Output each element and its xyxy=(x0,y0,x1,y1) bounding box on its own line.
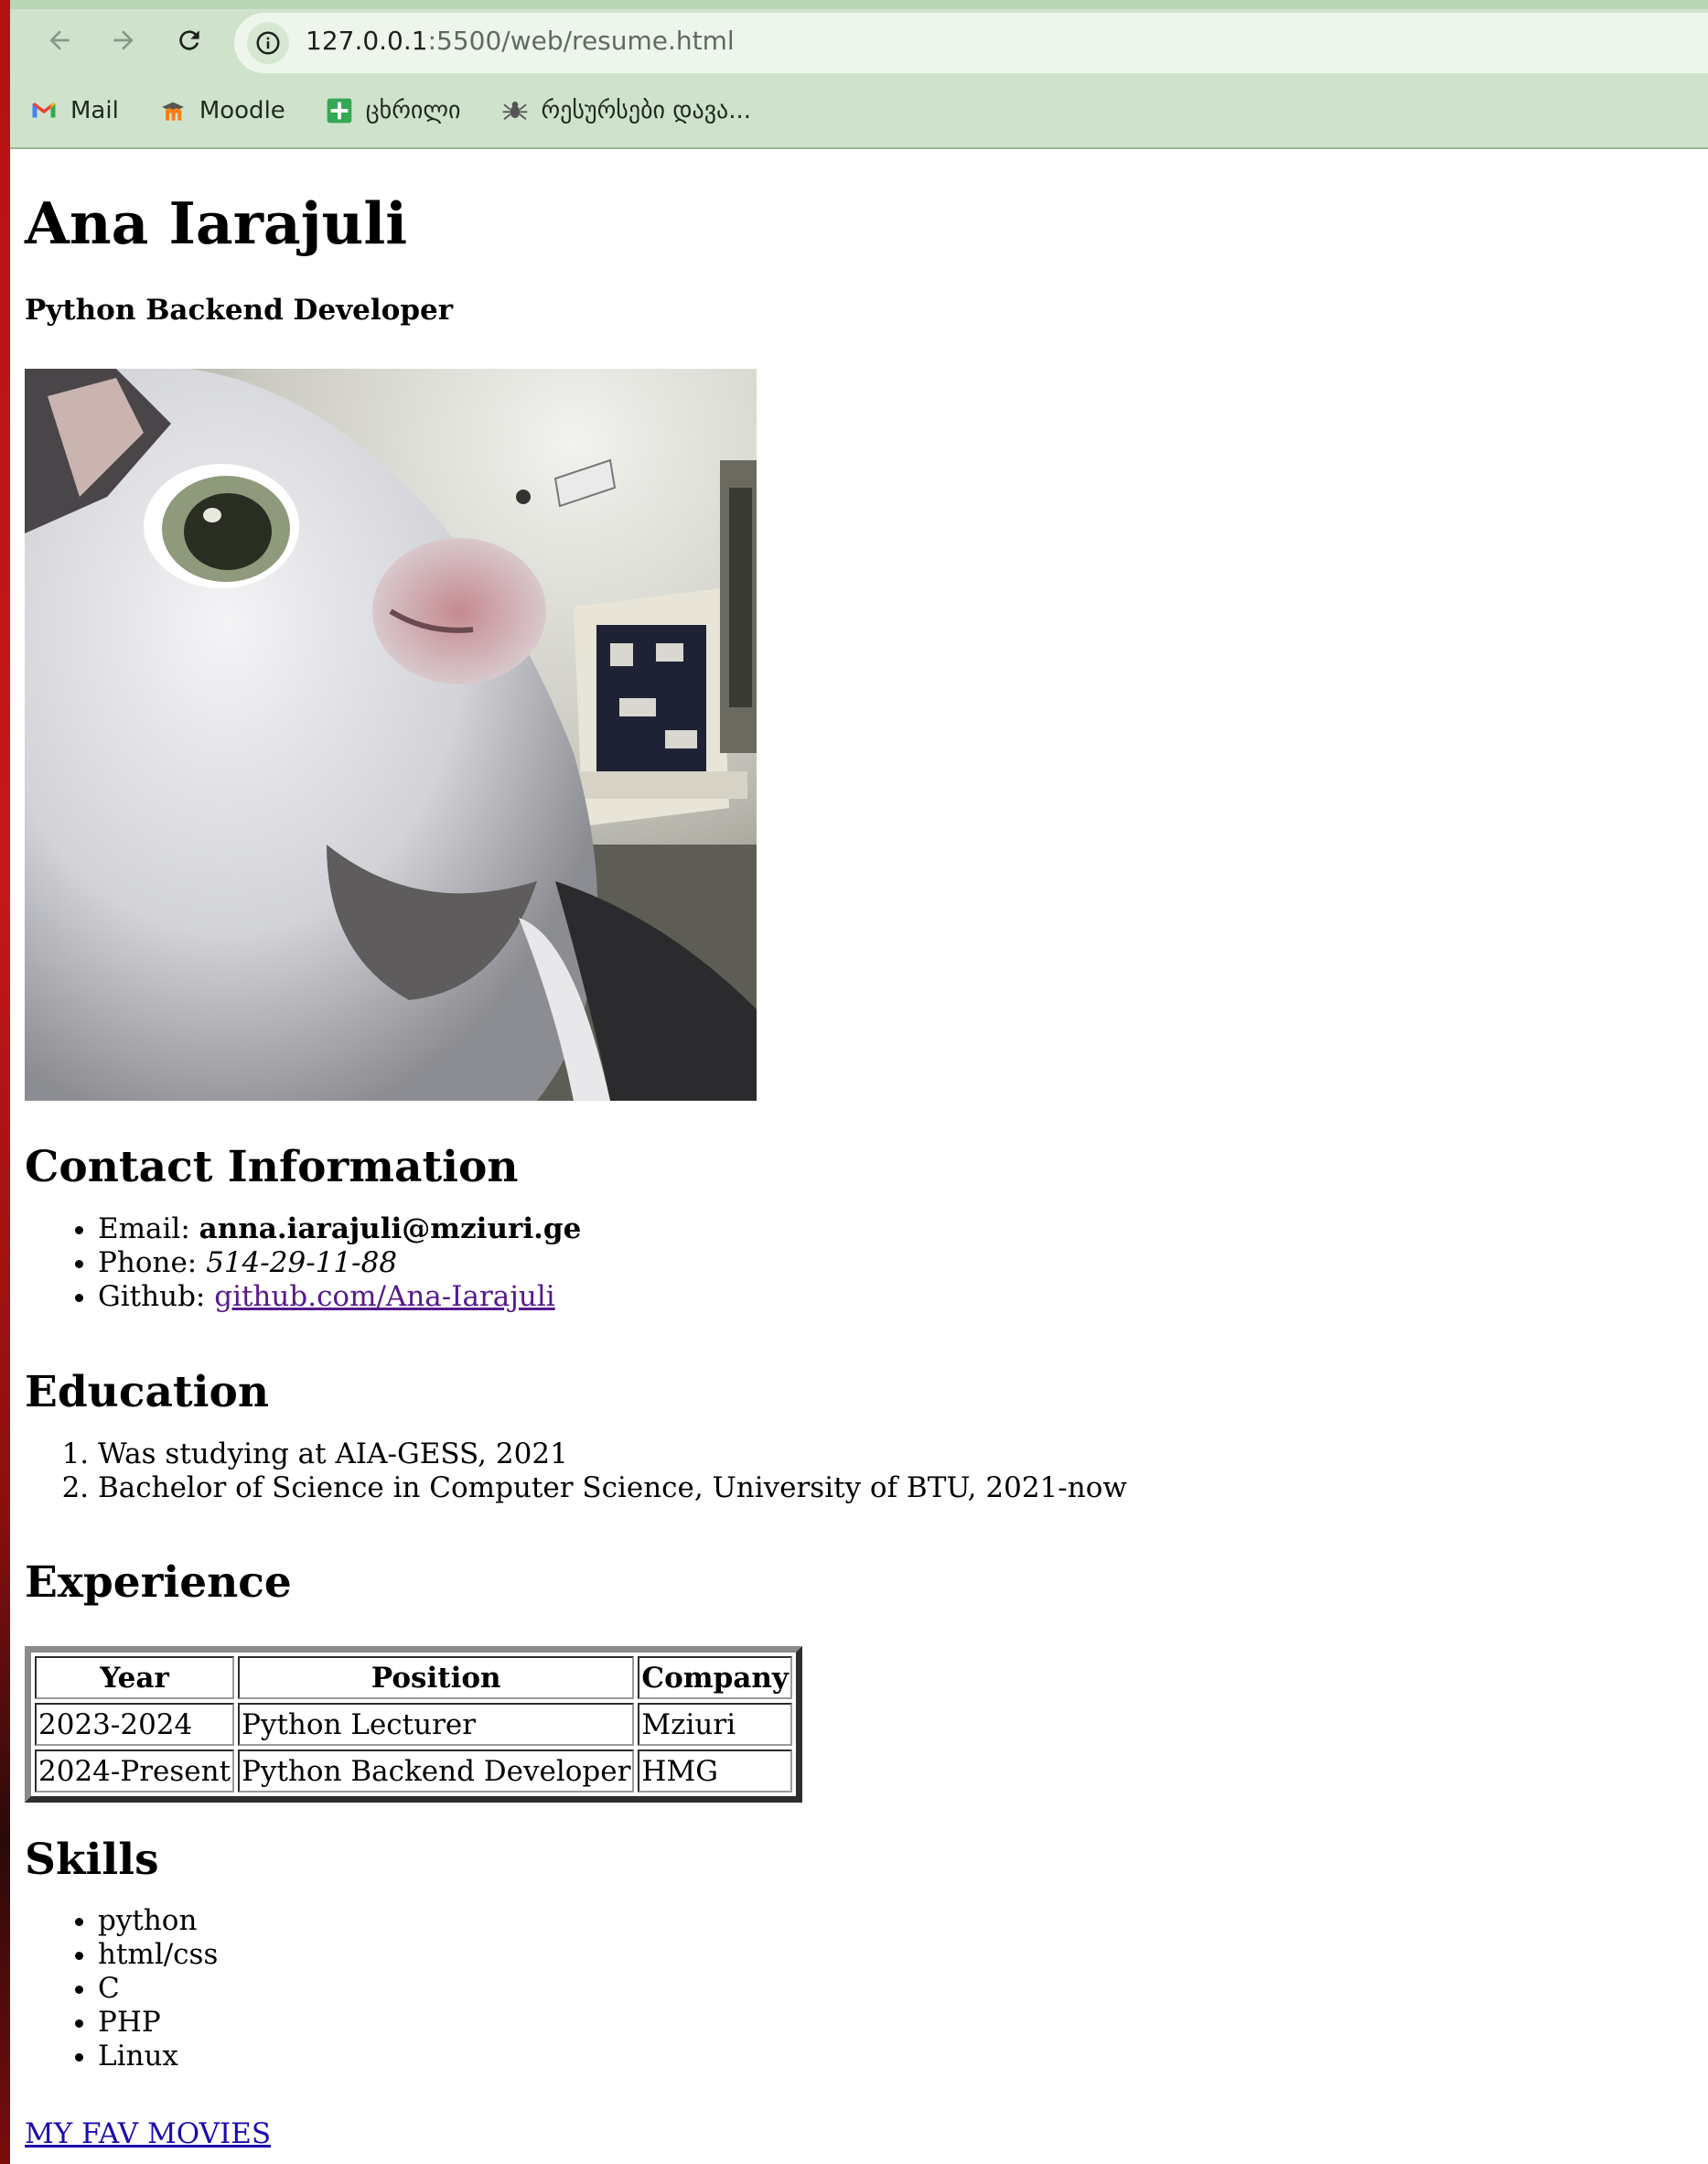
table-cell: 2023-2024 xyxy=(35,1703,235,1746)
resume-name: Ana Iarajuli xyxy=(25,189,408,257)
contact-email: Email: anna.iarajuli@mziuri.ge xyxy=(98,1212,581,1246)
sheets-icon xyxy=(324,95,355,126)
url-path: :5500/web/resume.html xyxy=(427,26,735,56)
bookmark-moodle[interactable]: Moodle xyxy=(157,95,285,126)
table-cell: 2024-Present xyxy=(35,1750,235,1793)
bookmark-label: Moodle xyxy=(199,97,285,124)
bookmark-label: ცხრილი xyxy=(365,97,461,124)
bookmark-resources[interactable]: რესურსები დავა... xyxy=(500,95,752,126)
reload-icon xyxy=(179,30,199,50)
education-heading: Education xyxy=(25,1367,270,1417)
table-cell: Python Backend Developer xyxy=(238,1750,635,1793)
column-header-year: Year xyxy=(35,1656,235,1699)
skill-item: html/css xyxy=(98,1938,218,1972)
experience-table: Year Position Company 2023-2024 Python L… xyxy=(25,1646,802,1803)
bookmark-mail[interactable]: Mail xyxy=(28,95,119,126)
url-host: 127.0.0.1 xyxy=(306,26,428,56)
table-row: 2024-Present Python Backend Developer HM… xyxy=(35,1750,792,1793)
contact-phone: Phone: 514-29-11-88 xyxy=(98,1246,581,1280)
column-header-company: Company xyxy=(638,1656,792,1699)
reload-button[interactable] xyxy=(169,20,209,60)
email-value: anna.iarajuli@mziuri.ge xyxy=(199,1212,582,1245)
bookmark-sheets[interactable]: ცხრილი xyxy=(324,95,461,126)
table-row: 2023-2024 Python Lecturer Mziuri xyxy=(35,1703,792,1746)
fav-movies-link[interactable]: MY FAV MOVIES xyxy=(25,2117,271,2150)
experience-heading: Experience xyxy=(25,1557,292,1608)
table-cell: HMG xyxy=(638,1750,792,1793)
cat-photo-image xyxy=(25,369,757,1101)
skills-list: python html/css C PHP Linux xyxy=(25,1904,218,2073)
url-text: 127.0.0.1:5500/web/resume.html xyxy=(306,26,735,56)
bookmarks-bar: Mail Moodle ცხრილი რესურსები დავა... xyxy=(28,90,790,132)
moodle-icon xyxy=(157,95,188,126)
address-bar[interactable]: 127.0.0.1:5500/web/resume.html xyxy=(234,13,1708,73)
education-item: Was studying at AIA-GESS, 2021 xyxy=(98,1437,1127,1471)
contact-github: Github: github.com/Ana-Iarajuli xyxy=(98,1280,581,1314)
tab-strip xyxy=(10,0,1708,9)
github-label: Github: xyxy=(98,1280,215,1313)
education-list: Was studying at AIA-GESS, 2021 Bachelor … xyxy=(25,1437,1127,1505)
column-header-position: Position xyxy=(238,1656,635,1699)
education-item: Bachelor of Science in Computer Science,… xyxy=(98,1471,1127,1505)
table-cell: Python Lecturer xyxy=(238,1703,635,1746)
phone-label: Phone: xyxy=(98,1246,207,1279)
table-cell: Mziuri xyxy=(638,1703,792,1746)
info-icon xyxy=(256,31,280,55)
table-header-row: Year Position Company xyxy=(35,1656,792,1699)
email-label: Email: xyxy=(98,1212,199,1245)
back-button[interactable] xyxy=(39,20,80,60)
gmail-icon xyxy=(28,95,59,126)
forward-button[interactable] xyxy=(103,20,144,60)
phone-value: 514-29-11-88 xyxy=(206,1246,398,1279)
profile-photo xyxy=(25,369,757,1101)
skill-item: python xyxy=(98,1904,218,1938)
contact-list: Email: anna.iarajuli@mziuri.ge Phone: 51… xyxy=(25,1212,581,1314)
skill-item: Linux xyxy=(98,2040,218,2073)
bookmark-label: რესურსები დავა... xyxy=(541,97,752,124)
browser-window: 127.0.0.1:5500/web/resume.html Mail Mood… xyxy=(10,0,1708,2164)
arrow-left-icon xyxy=(49,30,70,50)
arrow-right-icon xyxy=(113,30,134,50)
skill-item: PHP xyxy=(98,2006,218,2040)
skill-item: C xyxy=(98,1972,218,2006)
desktop-edge xyxy=(0,0,10,2164)
resume-title: Python Backend Developer xyxy=(25,294,454,327)
browser-toolbar: 127.0.0.1:5500/web/resume.html Mail Mood… xyxy=(10,0,1708,149)
github-link[interactable]: github.com/Ana-Iarajuli xyxy=(214,1280,554,1313)
bookmark-label: Mail xyxy=(70,97,119,124)
site-info-button[interactable] xyxy=(247,22,289,64)
spider-icon xyxy=(500,95,531,126)
contact-heading: Contact Information xyxy=(25,1142,519,1192)
skills-heading: Skills xyxy=(25,1835,159,1885)
